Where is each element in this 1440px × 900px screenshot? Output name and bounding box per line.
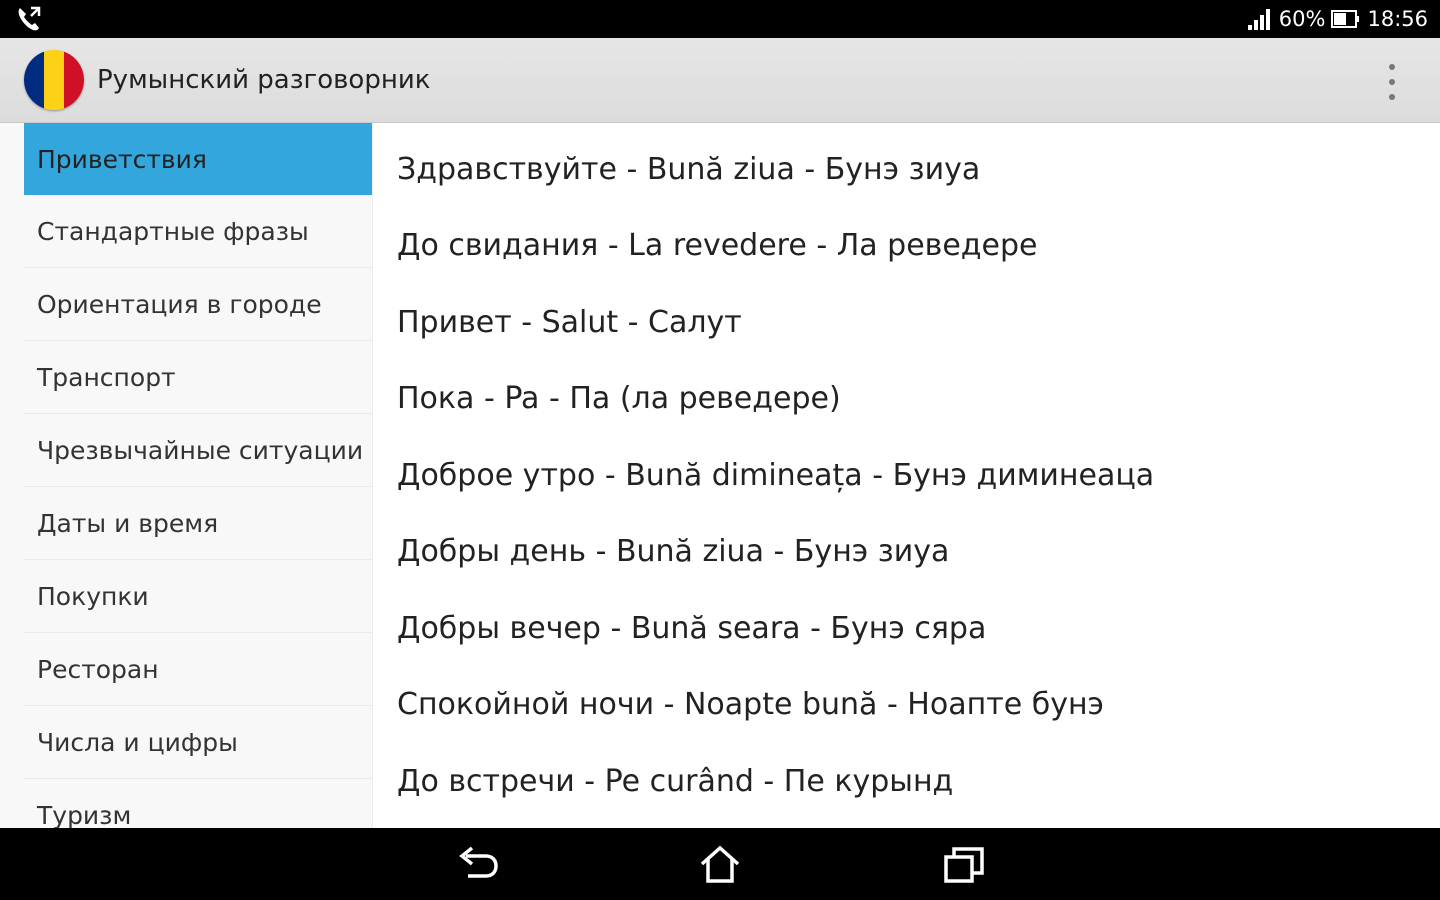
phrase-item[interactable]: Добры день - Bună ziua - Бунэ зиуа (397, 532, 949, 572)
clock: 18:56 (1367, 7, 1428, 31)
sidebar-item-dates-time[interactable]: Даты и время (24, 488, 372, 560)
sidebar-item-city-orientation[interactable]: Ориентация в городе (24, 269, 372, 341)
sidebar-item-label: Покупки (37, 582, 149, 611)
navigation-bar (0, 828, 1440, 900)
sidebar-item-shopping[interactable]: Покупки (24, 561, 372, 633)
sidebar-item-tourism[interactable]: Туризм (24, 780, 372, 828)
phone-icon (14, 4, 44, 34)
action-bar: Румынский разговорник (0, 38, 1440, 123)
flag-stripe-yellow (44, 50, 64, 110)
sidebar-item-numbers[interactable]: Числа и цифры (24, 707, 372, 779)
phrase-item[interactable]: Привет - Salut - Салут (397, 303, 742, 343)
phrase-item[interactable]: Пока - Pa - Па (ла реведере) (397, 379, 841, 419)
battery-icon (1331, 9, 1361, 29)
sidebar-item-restaurant[interactable]: Ресторан (24, 634, 372, 706)
signal-icon (1247, 8, 1273, 30)
sidebar-item-label: Чрезвычайные ситуации (37, 436, 364, 465)
sidebar-item-label: Даты и время (37, 509, 219, 538)
sidebar-item-label: Ресторан (37, 655, 159, 684)
recent-apps-icon[interactable] (942, 844, 986, 884)
home-icon[interactable] (698, 844, 742, 884)
sidebar-item-emergencies[interactable]: Чрезвычайные ситуации (24, 415, 372, 487)
flag-stripe-blue (24, 50, 44, 110)
sidebar-item-label: Стандартные фразы (37, 217, 309, 246)
sidebar-item-greetings[interactable]: Приветствия (24, 123, 372, 195)
phrase-item[interactable]: Доброе утро - Bună dimineața - Бунэ дими… (397, 456, 1154, 496)
sidebar-item-label: Туризм (37, 801, 132, 828)
phrase-item[interactable]: До свидания - La revedere - Ла реведере (397, 226, 1038, 266)
sidebar-item-label: Числа и цифры (37, 728, 238, 757)
category-sidebar: Приветствия Стандартные фразы Ориентация… (0, 123, 373, 828)
flag-stripe-red (64, 50, 84, 110)
back-icon[interactable] (456, 844, 500, 884)
app-title: Румынский разговорник (97, 65, 431, 95)
sidebar-item-label: Транспорт (37, 363, 176, 392)
sidebar-item-transport[interactable]: Транспорт (24, 342, 372, 414)
status-right: 60% 18:56 (1247, 0, 1428, 38)
phrase-item[interactable]: До встречи - Pe curând - Пе курынд (397, 762, 953, 802)
phrase-item[interactable]: Добры вечер - Bună seara - Бунэ сяра (397, 609, 986, 649)
phrase-item[interactable]: Спокойной ночи - Noapte bună - Ноапте бу… (397, 685, 1104, 725)
main-content: Приветствия Стандартные фразы Ориентация… (0, 123, 1440, 828)
romania-flag-icon (24, 50, 84, 110)
sidebar-item-standard-phrases[interactable]: Стандартные фразы (24, 196, 372, 268)
overflow-menu-icon[interactable] (1374, 62, 1410, 102)
screen: 60% 18:56 Румынский разговорник Приветст… (0, 0, 1440, 900)
battery-percent: 60% (1278, 7, 1326, 31)
sidebar-item-label: Ориентация в городе (37, 290, 322, 319)
status-bar: 60% 18:56 (0, 0, 1440, 38)
phrase-item[interactable]: Здравствуйте - Bună ziua - Бунэ зиуа (397, 150, 980, 190)
sidebar-item-label: Приветствия (37, 144, 207, 174)
